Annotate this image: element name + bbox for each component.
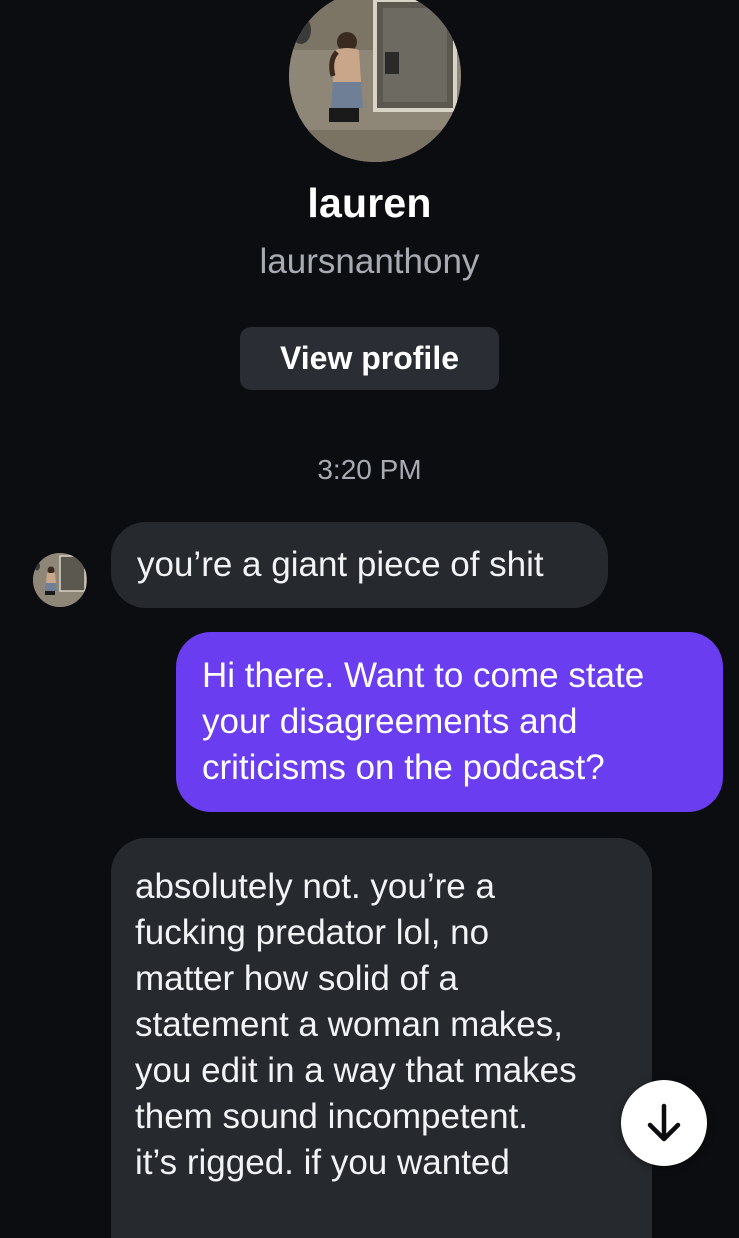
profile-name: lauren — [307, 180, 432, 226]
message-timestamp: 3:20 PM — [317, 454, 422, 485]
message-text-line: you’re a giant piece of shit — [137, 545, 544, 584]
view-profile-button[interactable]: View profile — [240, 327, 499, 390]
sender-avatar[interactable] — [33, 553, 87, 607]
profile-photo[interactable] — [289, 0, 461, 162]
message-text-line: fucking predator lol, no — [135, 913, 490, 952]
incoming-message-bubble[interactable]: you’re a giant piece of shit — [111, 522, 608, 608]
outgoing-message-bubble[interactable]: Hi there. Want to come state your disagr… — [176, 632, 723, 812]
message-text-line: absolutely not. you’re a — [135, 867, 495, 906]
message-text-line: Hi there. Want to come state — [202, 656, 645, 695]
profile-photo-image — [289, 0, 461, 162]
message-text-line: criticisms on the podcast? — [202, 748, 605, 787]
incoming-message-bubble[interactable]: absolutely not. you’re a fucking predato… — [111, 838, 652, 1238]
message-text-line: your disagreements and — [202, 702, 578, 741]
message-text-line: you edit in a way that makes — [135, 1051, 577, 1090]
scroll-to-bottom-button[interactable] — [621, 1080, 707, 1166]
message-text-line: matter how solid of a — [135, 959, 458, 998]
message-text-line: it’s rigged. if you wanted — [135, 1143, 510, 1182]
profile-handle: laursnanthony — [259, 242, 480, 281]
message-text-line: statement a woman makes, — [135, 1005, 563, 1044]
arrow-down-icon — [647, 1103, 681, 1142]
message-text-line: them sound incompetent. — [135, 1097, 529, 1136]
sender-avatar-image — [33, 553, 87, 607]
